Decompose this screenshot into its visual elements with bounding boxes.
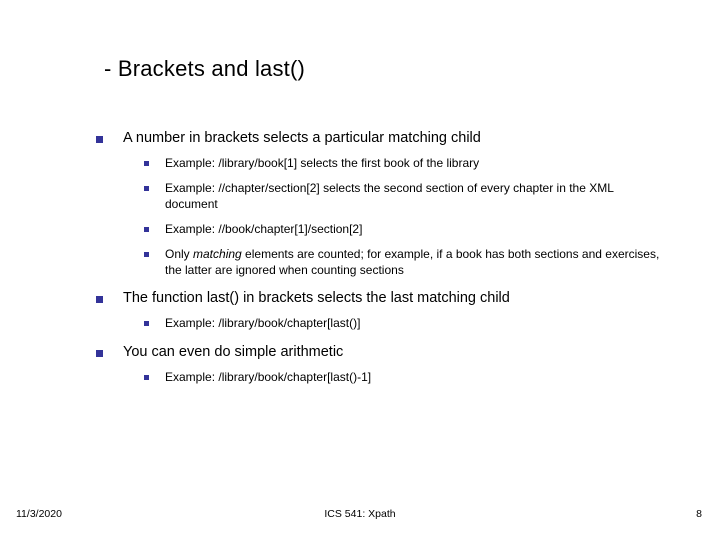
list-item: Example: /library/book[1] selects the fi… [144,156,668,171]
list-item: Example: //book/chapter[1]/section[2] [144,222,668,237]
footer-date: 11/3/2020 [16,508,62,520]
footer-course: ICS 541: Xpath [324,508,395,520]
bullet-square-icon [144,161,149,166]
bullet-square-icon [144,375,149,380]
footer-page-number: 8 [696,508,702,520]
list-item-text: Example: //chapter/section[2] selects th… [165,181,668,212]
list-item-text: Example: //book/chapter[1]/section[2] [165,222,668,237]
list-item-text: Only matching elements are counted; for … [165,247,668,278]
bullet-square-icon [96,350,103,357]
list-item: Example: /library/book/chapter[last()] [144,316,668,331]
list-item: You can even do simple arithmetic Exampl… [96,344,668,385]
list-item: Example: //chapter/section[2] selects th… [144,181,668,212]
list-item-text: Example: /library/book/chapter[last()-1] [165,370,668,385]
slide-title: - Brackets and last() [104,56,305,82]
list-item: The function last() in brackets selects … [96,290,668,331]
bullet-square-icon [96,136,103,143]
list-item-text: Example: /library/book/chapter[last()] [165,316,668,331]
bullet-square-icon [144,321,149,326]
bullet-square-icon [96,296,103,303]
list-item-text: You can even do simple arithmetic [123,344,343,360]
bullet-square-icon [144,252,149,257]
list-item: A number in brackets selects a particula… [96,130,668,278]
slide-content: A number in brackets selects a particula… [96,130,668,397]
list-item: Example: /library/book/chapter[last()-1] [144,370,668,385]
list-item-text: A number in brackets selects a particula… [123,130,481,146]
list-item-text: The function last() in brackets selects … [123,290,510,306]
list-item: Only matching elements are counted; for … [144,247,668,278]
list-item-text: Example: /library/book[1] selects the fi… [165,156,668,171]
bullet-square-icon [144,186,149,191]
bullet-square-icon [144,227,149,232]
